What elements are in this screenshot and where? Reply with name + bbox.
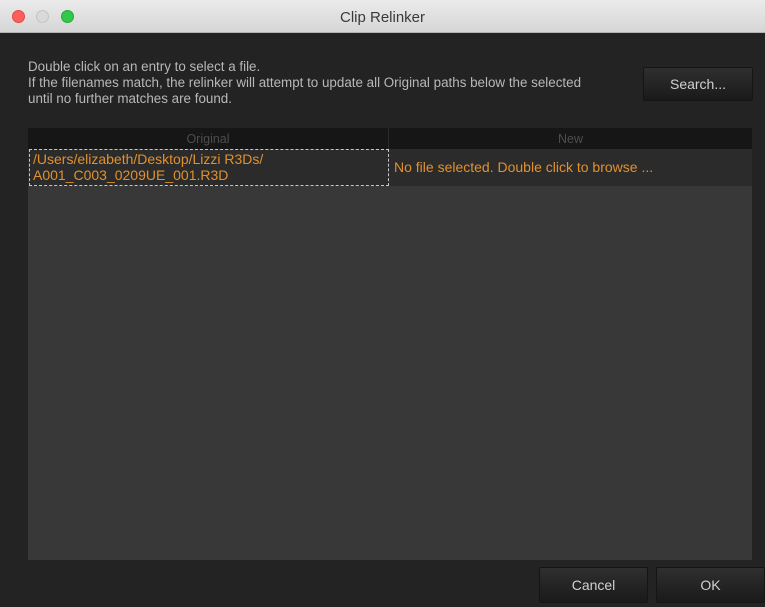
clip-relinker-window: Clip Relinker Double click on an entry t… — [0, 0, 765, 607]
ok-button[interactable]: OK — [656, 567, 765, 603]
column-header-original[interactable]: Original — [28, 128, 389, 149]
original-path-line-1: /Users/elizabeth/Desktop/Lizzi R3Ds/ — [33, 151, 264, 167]
relink-table[interactable]: Original New /Users/elizabeth/Desktop/Li… — [28, 128, 752, 560]
instructions-text: Double click on an entry to select a fil… — [28, 59, 628, 107]
search-button[interactable]: Search... — [643, 67, 753, 101]
cancel-button[interactable]: Cancel — [539, 567, 648, 603]
window-title: Clip Relinker — [339, 9, 426, 26]
column-header-new[interactable]: New — [389, 128, 752, 149]
title-bar: Clip Relinker — [0, 0, 765, 33]
instructions-line-1: Double click on an entry to select a fil… — [28, 59, 261, 74]
new-path-cell[interactable]: No file selected. Double click to browse… — [390, 149, 752, 186]
table-row[interactable]: /Users/elizabeth/Desktop/Lizzi R3Ds/ A00… — [28, 149, 752, 186]
original-path-cell[interactable]: /Users/elizabeth/Desktop/Lizzi R3Ds/ A00… — [29, 149, 389, 186]
original-path-line-2: A001_C003_0209UE_001.R3D — [33, 167, 229, 183]
instructions-line-2: If the filenames match, the relinker wil… — [28, 75, 582, 90]
dialog-content: Double click on an entry to select a fil… — [0, 33, 765, 607]
table-header: Original New — [28, 128, 752, 149]
instructions-line-3: until no further matches are found. — [28, 91, 232, 106]
